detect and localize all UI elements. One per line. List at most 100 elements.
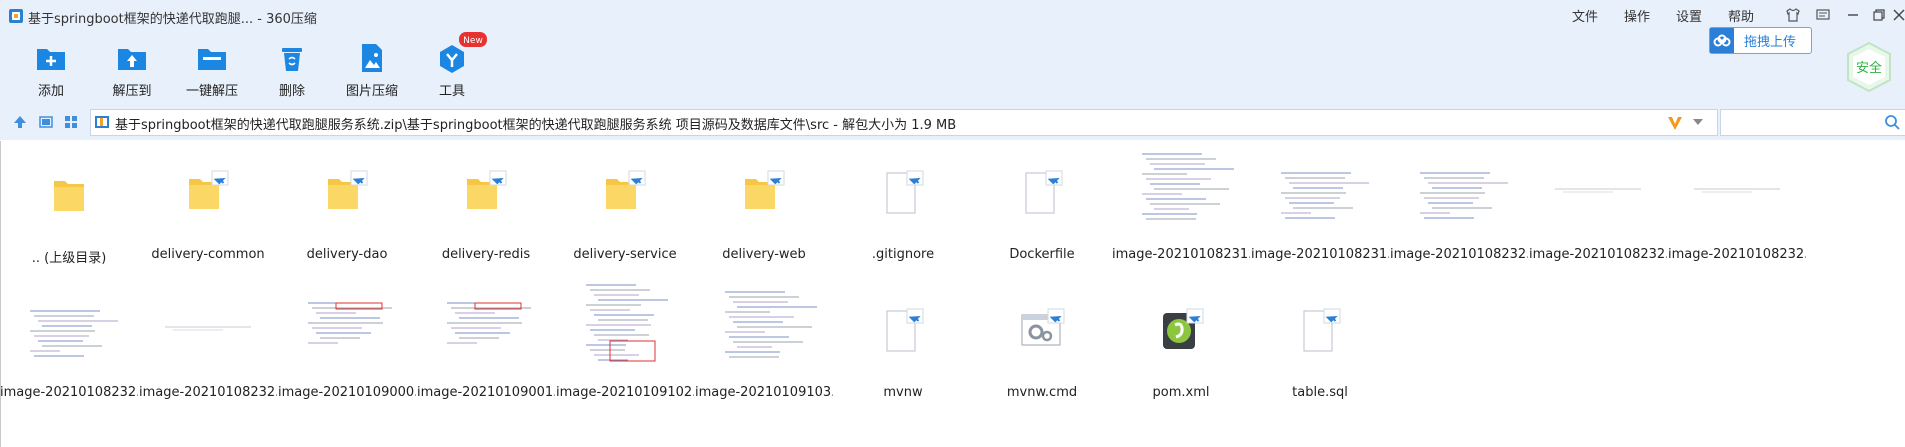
image-compress-label: 图片压缩 — [345, 84, 398, 99]
minimize-icon[interactable] — [1844, 6, 1862, 24]
file-item[interactable]: image-20210108232... — [1390, 145, 1528, 262]
search-input[interactable] — [1720, 109, 1905, 136]
file-item[interactable]: image-20210109000... — [278, 283, 416, 400]
file-name: .. (上级目录) — [31, 251, 107, 266]
file-name: delivery-service — [573, 247, 677, 262]
search-icon[interactable] — [1884, 114, 1900, 130]
image-thumbnail-icon — [0, 283, 138, 373]
file-icon — [1112, 283, 1250, 373]
one-click-extract-label: 一键解压 — [185, 84, 238, 99]
window-title: 基于springboot框架的快递代取跑腿... - 360压缩 — [28, 12, 317, 27]
close-icon[interactable] — [1890, 6, 1905, 24]
one-click-extract-button[interactable]: 一键解压 — [167, 40, 257, 99]
file-name: image-20210108232... — [1390, 247, 1528, 262]
file-name: .gitignore — [871, 247, 935, 262]
tools-label: 工具 — [438, 84, 465, 99]
file-item[interactable]: image-20210109001... — [417, 283, 555, 400]
file-name: delivery-common — [151, 247, 265, 262]
image-thumbnail-icon — [695, 283, 833, 373]
delete-label: 删除 — [278, 84, 305, 99]
folder-item[interactable]: delivery-dao — [278, 145, 416, 262]
chevron-down-icon[interactable] — [1691, 116, 1705, 128]
file-item[interactable]: .gitignore — [834, 145, 972, 262]
folder-icon — [278, 145, 416, 235]
file-item[interactable]: image-20210108232... — [1529, 145, 1667, 262]
app-logo-icon — [9, 9, 23, 23]
image-thumbnail-icon — [1668, 145, 1806, 235]
drag-upload-button[interactable]: 拖拽上传 — [1709, 27, 1812, 54]
extract-to-button[interactable]: 解压到 — [87, 40, 177, 99]
file-name: image-20210108232... — [1668, 247, 1806, 262]
file-name: image-20210109000... — [278, 385, 416, 400]
file-icon — [1251, 283, 1389, 373]
folder-item[interactable]: delivery-web — [695, 145, 833, 262]
extract-to-icon — [118, 49, 146, 70]
menu-help[interactable]: 帮助 — [1728, 6, 1754, 25]
top-panel: 基于springboot框架的快递代取跑腿... - 360压缩 文件 操作 设… — [0, 0, 1905, 104]
add-label: 添加 — [37, 84, 64, 99]
file-icon — [973, 283, 1111, 373]
file-name: image-20210108232... — [139, 385, 277, 400]
add-button[interactable]: 添加 — [6, 40, 96, 99]
feedback-icon[interactable] — [1814, 6, 1832, 24]
file-item[interactable]: image-20210108232... — [139, 283, 277, 400]
folder-item[interactable]: .. (上级目录) — [0, 145, 138, 266]
file-name: image-20210108232... — [0, 385, 138, 400]
thumbnail-view-icon[interactable] — [63, 114, 79, 130]
file-icon — [834, 283, 972, 373]
file-name: delivery-web — [722, 247, 806, 262]
zip-archive-icon — [95, 116, 109, 128]
image-thumbnail-icon — [1529, 145, 1667, 235]
file-name: mvnw.cmd — [1006, 385, 1078, 400]
new-badge: New — [459, 32, 487, 47]
image-compress-button[interactable]: 图片压缩 — [327, 40, 417, 99]
menu-operation[interactable]: 操作 — [1624, 6, 1650, 25]
file-name: pom.xml — [1152, 385, 1210, 400]
file-item[interactable]: image-20210108232... — [1668, 145, 1806, 262]
tools-button[interactable]: New 工具 — [407, 32, 497, 99]
folder-icon — [417, 145, 555, 235]
file-item[interactable]: pom.xml — [1112, 283, 1250, 400]
image-thumbnail-icon — [139, 283, 277, 373]
file-item[interactable]: image-20210108231... — [1251, 145, 1389, 262]
file-item[interactable]: table.sql — [1251, 283, 1389, 400]
file-name: image-20210109001... — [417, 385, 555, 400]
file-item[interactable]: mvnw.cmd — [973, 283, 1111, 400]
detail-view-icon[interactable] — [38, 114, 54, 130]
file-item[interactable]: image-20210108231... — [1112, 145, 1250, 262]
delete-button[interactable]: 删除 — [247, 40, 337, 99]
drag-upload-label: 拖拽上传 — [1744, 35, 1797, 50]
restore-icon[interactable] — [1870, 6, 1888, 24]
image-thumbnail-icon — [1390, 145, 1528, 235]
file-name: image-20210108231... — [1251, 247, 1389, 262]
add-icon — [37, 49, 65, 70]
folder-item[interactable]: delivery-redis — [417, 145, 555, 262]
file-name: image-20210108231... — [1112, 247, 1250, 262]
verify-logo-icon[interactable] — [1666, 114, 1684, 132]
image-compress-icon — [362, 44, 382, 72]
file-icon — [973, 145, 1111, 235]
skin-icon[interactable] — [1784, 6, 1802, 24]
svg-text:New: New — [463, 36, 483, 46]
menu-file[interactable]: 文件 — [1572, 6, 1598, 25]
folder-item[interactable]: delivery-service — [556, 145, 694, 262]
title-bar: 基于springboot框架的快递代取跑腿... - 360压缩 文件 操作 设… — [0, 0, 1905, 32]
cloud-icon — [1710, 28, 1734, 53]
divider — [0, 141, 1, 447]
file-item[interactable]: image-20210109102... — [556, 283, 694, 400]
file-item[interactable]: mvnw — [834, 283, 972, 400]
file-name: image-20210109103... — [695, 385, 833, 400]
security-label: 安全 — [1856, 60, 1882, 76]
up-level-icon[interactable] — [12, 114, 28, 130]
image-thumbnail-icon — [556, 283, 694, 373]
file-item[interactable]: image-20210108232... — [0, 283, 138, 400]
security-shield-icon[interactable]: 安全 — [1842, 40, 1896, 94]
image-thumbnail-icon — [417, 283, 555, 373]
folder-item[interactable]: delivery-common — [139, 145, 277, 262]
file-name: image-20210109102... — [556, 385, 694, 400]
image-thumbnail-icon — [278, 283, 416, 373]
address-bar[interactable]: 基于springboot框架的快递代取跑腿服务系统.zip\基于springbo… — [90, 109, 1718, 136]
file-item[interactable]: image-20210109103... — [695, 283, 833, 400]
file-item[interactable]: Dockerfile — [973, 145, 1111, 262]
menu-settings[interactable]: 设置 — [1676, 6, 1702, 25]
